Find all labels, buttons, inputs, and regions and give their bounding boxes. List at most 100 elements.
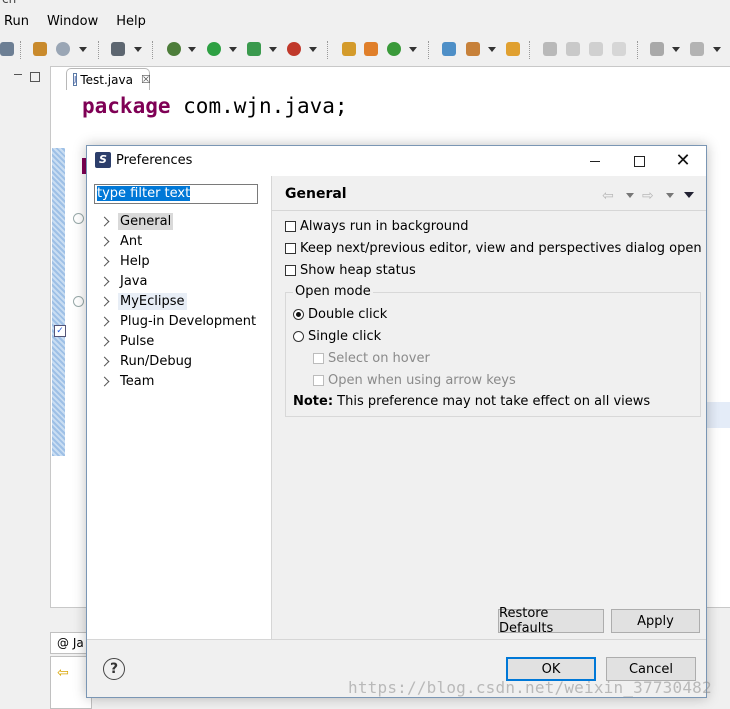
option-label: Select on hover (328, 350, 430, 366)
menu-run[interactable]: Run (4, 14, 29, 29)
open-folder-icon[interactable] (506, 42, 520, 56)
chevron-right-icon[interactable] (99, 276, 110, 286)
coverage-icon[interactable] (247, 42, 261, 56)
chevron-right-icon[interactable] (99, 236, 110, 246)
search-icon[interactable] (466, 42, 480, 56)
minimize-view-icon[interactable] (14, 74, 22, 75)
chevron-right-icon[interactable] (99, 216, 110, 226)
show-heap-checkbox[interactable] (285, 264, 296, 276)
forward-icon[interactable]: ⇨ (642, 188, 654, 204)
chevron-down-icon[interactable] (488, 47, 496, 52)
chevron-right-icon[interactable] (99, 256, 110, 266)
code-package-name: com.wjn.java; (170, 94, 348, 118)
new-interface-icon[interactable] (387, 42, 401, 56)
back-icon[interactable]: ⇦ (602, 188, 614, 204)
page-title: General (285, 186, 347, 202)
maximize-button[interactable] (617, 146, 661, 176)
chevron-right-icon[interactable] (99, 316, 110, 326)
tree-item-pulse[interactable]: Pulse (99, 331, 156, 351)
tree-item-team[interactable]: Team (99, 371, 156, 391)
single-click-radio[interactable] (293, 330, 304, 342)
new-package-icon[interactable] (342, 42, 356, 56)
chevron-down-icon[interactable] (713, 47, 721, 52)
double-click-radio[interactable] (293, 308, 304, 320)
debug-icon[interactable] (167, 42, 181, 56)
tree-item-plugin-development[interactable]: Plug-in Development (99, 311, 258, 331)
tree-item-java[interactable]: Java (99, 271, 149, 291)
preferences-dialog: S Preferences ✕ type filter text General… (86, 145, 707, 698)
show-heap-option[interactable]: Show heap status (285, 261, 416, 279)
page-header: General ⇦ ⇨ (272, 176, 706, 211)
chevron-down-icon[interactable] (626, 193, 634, 198)
tree-item-myeclipse[interactable]: MyEclipse (99, 291, 187, 311)
option-label: Double click (308, 306, 388, 322)
menu-help[interactable]: Help (116, 14, 146, 29)
tree-item-label: Plug-in Development (120, 313, 257, 329)
minimize-button[interactable] (573, 146, 617, 176)
chevron-right-icon[interactable] (99, 376, 110, 386)
maximize-view-icon[interactable] (30, 72, 40, 82)
apply-button[interactable]: Apply (611, 609, 700, 633)
external-tools-icon[interactable] (287, 42, 301, 56)
open-type-icon[interactable] (442, 42, 456, 56)
chevron-down-icon[interactable] (229, 47, 237, 52)
fold-toggle-icon[interactable] (73, 296, 84, 307)
chevron-down-icon[interactable] (672, 47, 680, 52)
dialog-title: Preferences (116, 153, 193, 168)
restore-defaults-button[interactable]: Restore Defaults (498, 606, 604, 636)
chevron-down-icon[interactable] (666, 193, 674, 198)
left-view-header (0, 68, 48, 86)
new-class-icon[interactable] (364, 42, 378, 56)
chevron-right-icon[interactable] (99, 336, 110, 346)
filter-input[interactable]: type filter text (94, 184, 258, 204)
highlight-icon[interactable] (566, 42, 580, 56)
chevron-down-icon[interactable] (409, 47, 417, 52)
refresh-icon[interactable] (0, 42, 14, 56)
view-menu-icon[interactable] (684, 192, 694, 198)
select-on-hover-option: Select on hover (313, 349, 430, 367)
help-icon[interactable]: ? (103, 658, 125, 680)
next-annotation-icon[interactable] (650, 42, 664, 56)
menu-window[interactable]: Window (47, 14, 98, 29)
tree-item-help[interactable]: Help (99, 251, 152, 271)
always-run-background-checkbox[interactable] (285, 220, 296, 232)
option-label: Single click (308, 328, 382, 344)
single-click-option[interactable]: Single click (293, 327, 381, 345)
block-selection-icon[interactable] (589, 42, 603, 56)
editor-tab-test-java[interactable]: J Test.java ☒ (66, 68, 151, 90)
keep-next-prev-checkbox[interactable] (285, 242, 296, 254)
option-label: Show heap status (300, 262, 416, 278)
watermark: https://blog.csdn.net/weixin_37730482 (348, 678, 712, 697)
chevron-down-icon[interactable] (309, 47, 317, 52)
preference-tree-panel: type filter text General Ant Help Java M… (87, 176, 272, 639)
javadoc-tab[interactable]: @ Ja (50, 632, 90, 654)
chevron-down-icon[interactable] (188, 47, 196, 52)
new-wizard-icon[interactable] (33, 42, 47, 56)
close-icon[interactable]: ☒ (141, 73, 151, 86)
code-line[interactable]: package com.wjn.java; (82, 94, 348, 118)
chevron-right-icon[interactable] (99, 296, 110, 306)
camera-icon[interactable] (111, 42, 125, 56)
chevron-down-icon[interactable] (134, 47, 142, 52)
fold-toggle-icon[interactable] (73, 213, 84, 224)
chevron-right-icon[interactable] (99, 356, 110, 366)
tree-item-general[interactable]: General (99, 211, 174, 231)
footer-divider (87, 639, 706, 640)
close-button[interactable]: ✕ (661, 146, 705, 176)
back-arrow-icon[interactable]: ⇦ (57, 665, 69, 681)
show-whitespace-icon[interactable] (612, 42, 626, 56)
globe-icon[interactable] (56, 42, 70, 56)
double-click-option[interactable]: Double click (293, 305, 387, 323)
prev-annotation-icon[interactable] (690, 42, 704, 56)
tree-item-run-debug[interactable]: Run/Debug (99, 351, 194, 371)
minimize-icon (590, 160, 600, 162)
annotation-icon[interactable] (543, 42, 557, 56)
chevron-down-icon[interactable] (269, 47, 277, 52)
always-run-background-option[interactable]: Always run in background (285, 217, 469, 235)
chevron-down-icon[interactable] (79, 47, 87, 52)
tree-item-ant[interactable]: Ant (99, 231, 144, 251)
toolbar-separator (20, 41, 22, 59)
run-icon[interactable] (207, 42, 221, 56)
keep-next-prev-option[interactable]: Keep next/previous editor, view and pers… (285, 239, 702, 257)
close-icon: ✕ (675, 150, 691, 171)
